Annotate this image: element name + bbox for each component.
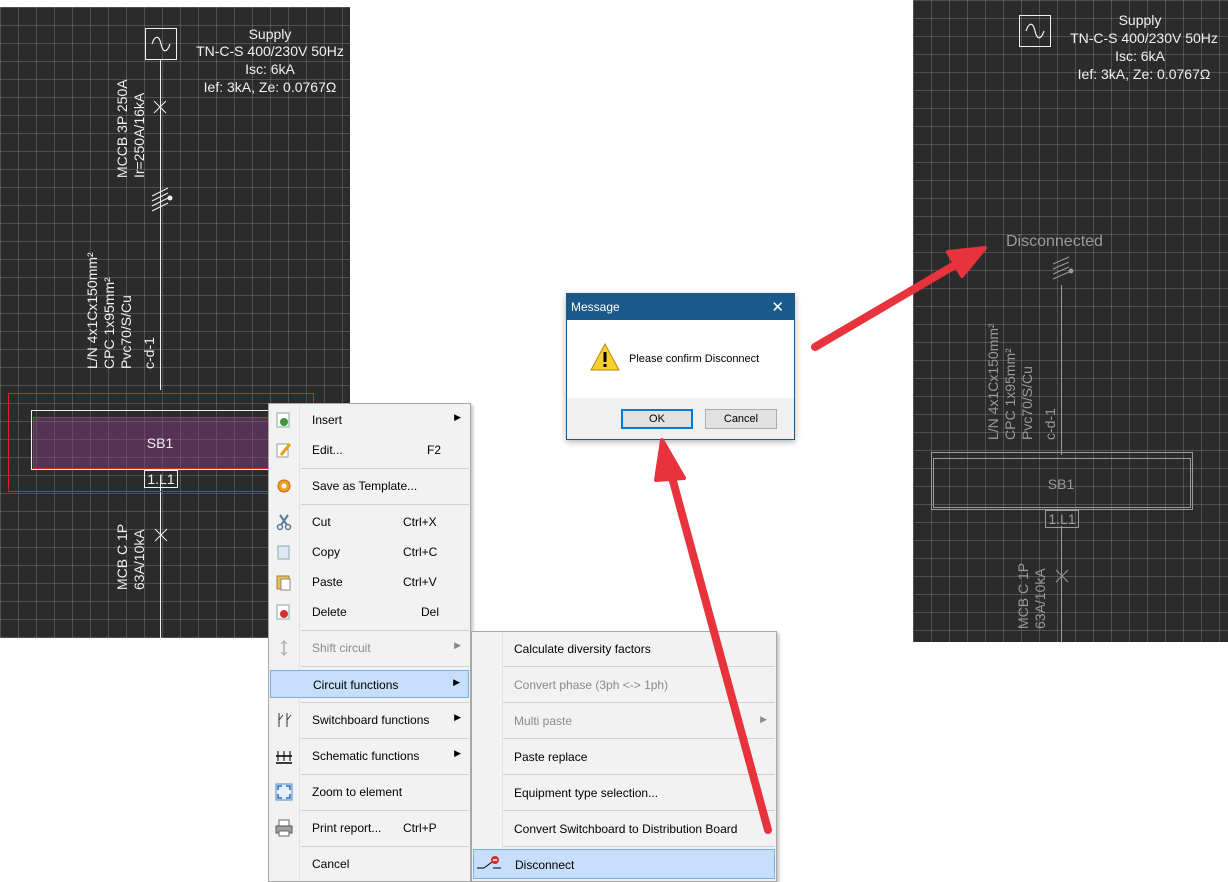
arrow-to-dialog	[654, 438, 772, 834]
arrow-to-result	[811, 246, 987, 351]
annotation-arrows	[654, 246, 987, 834]
